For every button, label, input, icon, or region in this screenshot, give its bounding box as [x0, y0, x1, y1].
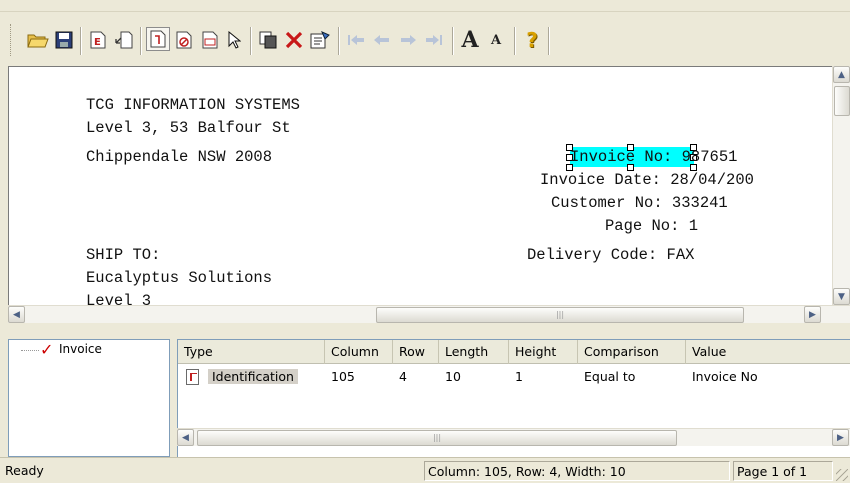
- scroll-right-icon[interactable]: ▶: [804, 306, 821, 323]
- doc-line-invoice-date: Invoice Date: 28/04/200: [540, 171, 754, 189]
- help-icon[interactable]: ?: [520, 28, 544, 52]
- toolbar-separator: [338, 27, 340, 55]
- document-e-icon[interactable]: E: [86, 28, 110, 52]
- properties-icon[interactable]: [308, 28, 332, 52]
- doc-line-customer-no: Customer No: 333241: [551, 194, 728, 212]
- horizontal-scroll-thumb[interactable]: |||: [376, 307, 744, 323]
- svg-text:E: E: [94, 37, 101, 48]
- column-header-value[interactable]: Value: [686, 340, 850, 364]
- template-tree[interactable]: ✓ Invoice: [8, 339, 170, 457]
- identification-field-icon[interactable]: [146, 27, 170, 51]
- cell-height[interactable]: 1: [509, 365, 523, 389]
- status-page: Page 1 of 1: [733, 461, 833, 481]
- column-header-row[interactable]: Row: [393, 340, 439, 364]
- doc-line-address: Level 3, 53 Balfour St: [86, 119, 291, 137]
- document-horizontal-scrollbar[interactable]: ◀ ||| ▶: [8, 305, 850, 323]
- column-header-height[interactable]: Height: [509, 340, 578, 364]
- cell-length[interactable]: 10: [439, 365, 461, 389]
- scroll-left-icon[interactable]: ◀: [177, 429, 194, 446]
- grid-scroll-thumb[interactable]: |||: [197, 430, 677, 446]
- identification-field-icon: [186, 369, 199, 385]
- toolbar-separator: [140, 27, 142, 55]
- scroll-down-icon[interactable]: ▼: [833, 288, 850, 305]
- document-text-area[interactable]: TCG INFORMATION SYSTEMS Level 3, 53 Balf…: [9, 67, 835, 306]
- copy-icon[interactable]: [256, 28, 280, 52]
- cell-column[interactable]: 105: [325, 365, 355, 389]
- previous-page-icon: [370, 28, 394, 52]
- pointer-icon[interactable]: [222, 28, 246, 52]
- increase-font-glyph: A: [461, 27, 479, 53]
- doc-line-ship-to: SHIP TO:: [86, 246, 161, 264]
- column-header-length[interactable]: Length: [439, 340, 509, 364]
- open-folder-icon[interactable]: [26, 28, 50, 52]
- cell-row[interactable]: 4: [393, 365, 407, 389]
- scroll-right-icon[interactable]: ▶: [832, 429, 849, 446]
- toolbar-separator: [514, 27, 516, 55]
- status-bar: Ready Column: 105, Row: 4, Width: 10 Pag…: [0, 457, 850, 483]
- cell-comparison[interactable]: Equal to: [578, 365, 635, 389]
- column-header-type[interactable]: Type: [178, 340, 325, 364]
- import-icon[interactable]: [112, 28, 136, 52]
- doc-line-company: TCG INFORMATION SYSTEMS: [86, 96, 300, 114]
- table-row[interactable]: Identification 105 4 10 1 Equal to Invoi…: [178, 365, 850, 389]
- toolbar-grip[interactable]: [10, 24, 13, 56]
- save-icon[interactable]: [52, 28, 76, 52]
- menu-strip: [0, 0, 850, 12]
- next-page-icon: [396, 28, 420, 52]
- tree-item-invoice[interactable]: Invoice: [59, 342, 102, 356]
- toolbar-separator: [452, 27, 454, 55]
- help-glyph: ?: [526, 28, 538, 52]
- tree-connector: [21, 350, 39, 351]
- doc-line-ship-company: Eucalyptus Solutions: [86, 269, 273, 287]
- vertical-scroll-thumb[interactable]: [834, 86, 850, 116]
- scroll-left-icon[interactable]: ◀: [8, 306, 25, 323]
- last-page-icon: [422, 28, 446, 52]
- check-icon: ✓: [40, 340, 54, 359]
- status-text: Ready: [5, 463, 44, 478]
- delete-icon[interactable]: [282, 28, 306, 52]
- toolbar: E A A ?: [0, 12, 850, 66]
- decrease-font-icon[interactable]: A: [484, 28, 508, 52]
- toolbar-separator: [548, 27, 550, 55]
- increase-font-icon[interactable]: A: [458, 27, 482, 53]
- status-position: Column: 105, Row: 4, Width: 10: [424, 461, 730, 481]
- doc-line-delivery-code: Delivery Code: FAX: [527, 246, 695, 264]
- decrease-font-glyph: A: [490, 32, 502, 48]
- doc-line-ship-level: Level 3: [86, 292, 152, 306]
- scroll-up-icon[interactable]: ▲: [833, 66, 850, 83]
- cell-type[interactable]: Identification: [208, 369, 298, 384]
- toolbar-separator: [250, 27, 252, 55]
- doc-line-suburb: Chippendale NSW 2008: [86, 148, 273, 166]
- column-header-column[interactable]: Column: [325, 340, 393, 364]
- column-header-comparison[interactable]: Comparison: [578, 340, 686, 364]
- data-field-icon[interactable]: [198, 28, 222, 52]
- grid-horizontal-scrollbar[interactable]: ◀ ||| ▶: [177, 428, 850, 446]
- first-page-icon: [344, 28, 368, 52]
- toolbar-separator: [80, 27, 82, 55]
- resize-grip[interactable]: [836, 469, 848, 481]
- exclude-field-icon[interactable]: [172, 28, 196, 52]
- document-vertical-scrollbar[interactable]: ▲ ▼: [832, 66, 850, 306]
- grid-header: Type Column Row Length Height Comparison…: [178, 340, 850, 364]
- pane-splitter[interactable]: [0, 324, 850, 339]
- doc-line-page-no: Page No: 1: [605, 217, 699, 235]
- cell-value[interactable]: Invoice No: [686, 365, 758, 389]
- document-view[interactable]: TCG INFORMATION SYSTEMS Level 3, 53 Balf…: [8, 66, 850, 306]
- doc-line-invoice-no: Invoice No: 987651: [570, 148, 738, 166]
